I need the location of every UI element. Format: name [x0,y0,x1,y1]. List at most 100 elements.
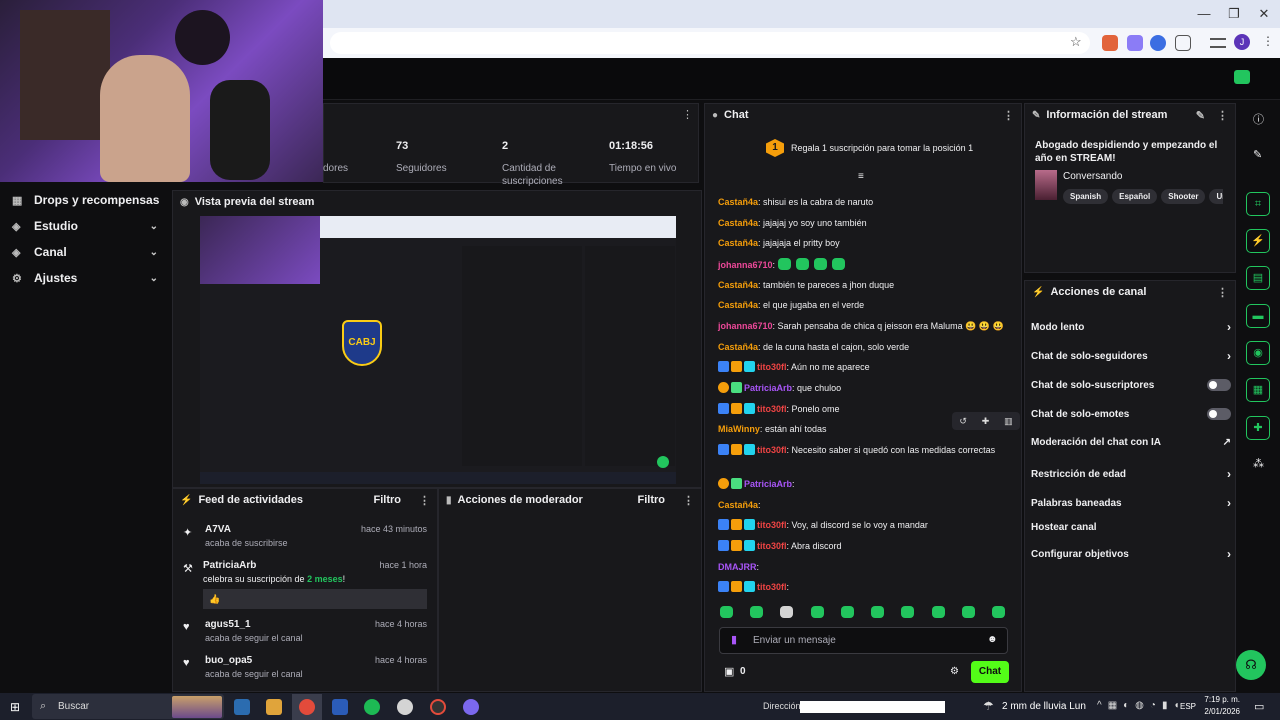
emoji-icon[interactable]: ☻ [987,634,998,645]
apps-icon[interactable]: ⁂ [1253,457,1264,470]
toggle-switch[interactable] [1207,408,1231,420]
notification-icon[interactable]: ▭ [1254,700,1264,713]
chat-settings-icon[interactable]: ⚙ [950,666,959,677]
action-subscribers-only[interactable]: Chat de solo-suscriptores [1031,379,1231,391]
chat-username[interactable]: Castañ4a [718,300,758,310]
extension-icon[interactable] [1150,35,1166,51]
chat-username[interactable]: tito30fl [757,445,787,455]
action-followers-only[interactable]: Chat de solo-seguidores › [1031,349,1231,363]
pin-icon[interactable]: ✚ [982,416,990,427]
wrench-icon[interactable]: ✚ [1246,416,1270,440]
gift-icon[interactable]: ▣ [724,665,734,678]
action-banned-words[interactable]: Palabras baneadas › [1031,496,1231,510]
file-explorer-icon[interactable] [266,699,282,715]
word-icon[interactable] [332,699,348,715]
chat-username[interactable]: Castañ4a [718,238,758,248]
chat-message[interactable]: Castañ4a: jajajaja el pritty boy [718,237,1008,249]
chat-username[interactable]: Castañ4a [718,500,758,510]
action-age-restriction[interactable]: Restricción de edad › [1031,467,1231,481]
chat-username[interactable]: tito30fl [757,541,787,551]
chat-bubble-icon[interactable]: ▬ [1246,304,1270,328]
send-chat-button[interactable]: Chat [971,661,1009,683]
chat-message[interactable]: tito30fl: [718,581,1008,593]
delete-icon[interactable]: ▥ [1004,416,1013,427]
chat-username[interactable]: PatriciaArb [744,383,792,393]
emote-icon[interactable] [931,606,945,618]
emote-icon[interactable] [750,606,764,618]
chat-username[interactable]: tito30fl [757,520,787,530]
media-icon[interactable] [1210,38,1226,48]
clip-icon[interactable]: ⌗ [1246,192,1270,216]
action-emotes-only[interactable]: Chat de solo-emotes [1031,408,1231,420]
emote-icon[interactable] [901,606,915,618]
chat-message[interactable]: tito30fl: Aún no me aparece [718,361,1008,373]
lightning-icon[interactable]: ⚡ [1246,229,1270,253]
emote-icon[interactable] [780,606,794,618]
tag[interactable]: Una [1209,189,1223,204]
emote-icon[interactable] [810,606,824,618]
chat-username[interactable]: DMAJRR [718,562,757,572]
chat-message[interactable]: johanna6710: Sarah pensaba de chica q je… [718,320,1008,332]
chat-message[interactable]: PatriciaArb: [718,478,1008,490]
chat-username[interactable]: johanna6710 [718,260,773,270]
more-icon[interactable]: ⋮ [1217,109,1228,122]
chat-message[interactable]: Castañ4a: de la cuna hasta el cajon, sol… [718,341,1008,353]
chat-message[interactable]: tito30fl: Voy, al discord se lo voy a ma… [718,519,1008,531]
emote-icon[interactable] [871,606,885,618]
nav-item-channel[interactable]: ◈ Canal ⌄ [0,239,172,265]
extensions-puzzle-icon[interactable] [1175,35,1191,51]
info-icon[interactable]: ⓘ [1253,111,1264,127]
chat-username[interactable]: MiaWinny [718,424,760,434]
more-icon[interactable]: ⋮ [419,494,430,507]
chat-username[interactable]: tito30fl [757,362,787,372]
chat-message[interactable]: tito30fl: Abra discord [718,540,1008,552]
emote-icon[interactable] [961,606,975,618]
chat-username[interactable]: PatriciaArb [744,479,792,489]
chat-message[interactable]: Castañ4a: también te pareces a jhon duqu… [718,279,1008,291]
chat-username[interactable]: Castañ4a [718,197,758,207]
broadcast-icon[interactable]: ◉ [1246,341,1270,365]
chat-message[interactable]: Castañ4a: jajajaj yo soy uno también [718,217,1008,229]
chat-username[interactable]: tito30fl [757,582,787,592]
extension-icon[interactable] [1102,35,1118,51]
microphone-icon[interactable]: ▮ [731,633,737,646]
tag[interactable]: Shooter [1161,189,1206,204]
tag[interactable]: Español [1112,189,1158,204]
action-configure-goals[interactable]: Configurar objetivos › [1031,547,1231,561]
obs-icon[interactable] [397,699,413,715]
chat-username[interactable]: Castañ4a [718,218,758,228]
action-ai-moderation[interactable]: Moderación del chat con IA ↗ [1031,437,1231,448]
spotify-icon[interactable] [364,699,380,715]
toggle-switch[interactable] [1207,379,1231,391]
clock-date[interactable]: 2/01/2026 [1200,707,1240,716]
chrome-icon[interactable] [299,699,315,715]
discord-icon[interactable] [463,699,479,715]
bookmark-star-icon[interactable]: ☆ [1070,34,1082,50]
nav-item-studio[interactable]: ◈ Estudio ⌄ [0,213,172,239]
restore-button[interactable]: ❐ [1224,6,1244,22]
clock-time[interactable]: 7:19 p. m. [1204,695,1240,704]
chat-message[interactable]: Castañ4a: shisui es la cabra de naruto [718,196,1008,208]
nav-item-drops[interactable]: ▦ Drops y recompensas [0,187,172,213]
windows-start-icon[interactable]: ⊞ [10,700,20,714]
nav-item-settings[interactable]: ⚙ Ajustes ⌄ [0,265,172,291]
kick-logo-icon[interactable] [1234,70,1250,84]
emote-icon[interactable] [720,606,733,618]
scroll-pause-icon[interactable]: ≡ [858,171,864,182]
layout-icon[interactable]: ▦ [1246,378,1270,402]
more-icon[interactable]: ⋮ [1217,286,1228,299]
address-toolbar-input[interactable] [800,701,945,713]
filter-button[interactable]: Filtro [638,494,666,506]
chat-message[interactable]: tito30fl: Necesito saber si quedó con la… [718,444,1008,456]
extension-icon[interactable] [1127,35,1143,51]
chat-message[interactable]: Castañ4a: [718,499,1008,511]
more-icon[interactable]: ⋮ [1003,109,1014,122]
tag[interactable]: Spanish [1063,189,1109,204]
minimize-button[interactable]: — [1194,6,1214,21]
chat-username[interactable]: tito30fl [757,404,787,414]
address-bar[interactable] [330,32,1090,54]
browser-menu-icon[interactable]: ⋮ [1262,34,1274,48]
more-icon[interactable]: ⋮ [683,494,694,507]
close-window-button[interactable]: ✕ [1254,6,1274,22]
reply-icon[interactable]: ↺ [959,416,967,427]
